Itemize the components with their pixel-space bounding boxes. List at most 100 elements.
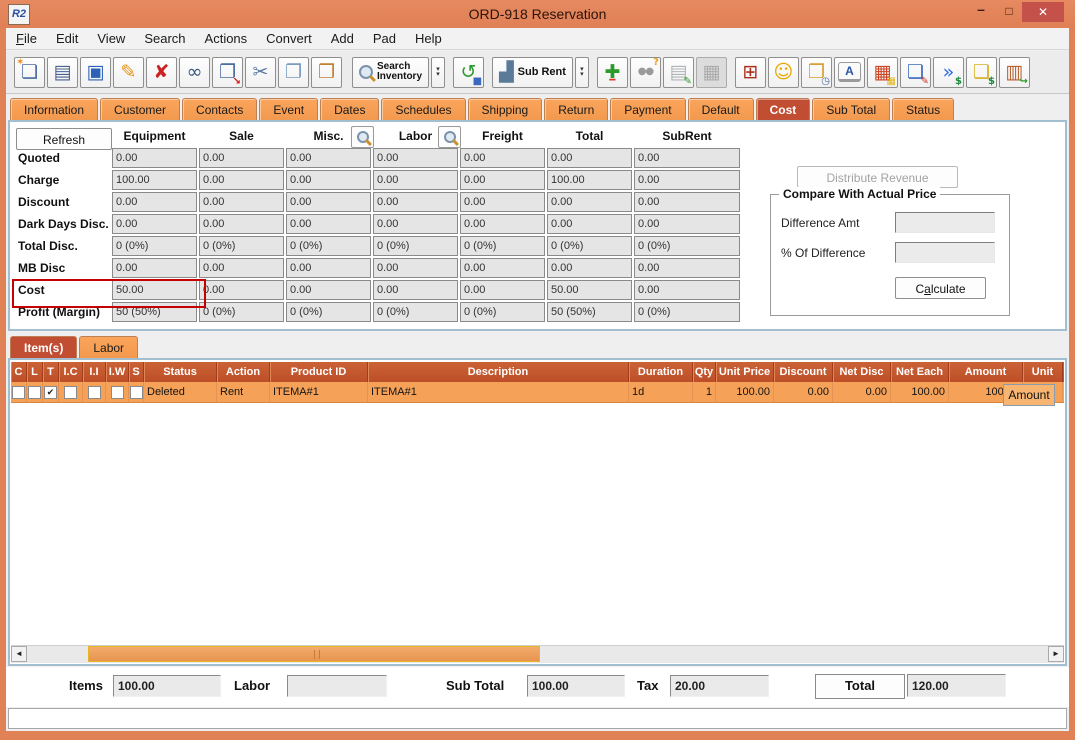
tab-status[interactable]: Status <box>892 98 954 120</box>
cost-cell[interactable]: 0.00 <box>199 170 284 190</box>
cost-cell[interactable]: 0.00 <box>460 148 545 168</box>
checkbox-t[interactable]: ✔ <box>44 386 57 399</box>
delete-button[interactable]: ✘ <box>146 57 177 88</box>
cell-status[interactable]: Deleted <box>144 382 217 402</box>
edit-document-button[interactable]: ❏✎ <box>900 57 931 88</box>
cost-cell[interactable]: 0.00 <box>460 280 545 300</box>
cell-qty[interactable]: 1 <box>693 382 716 402</box>
cost-cell[interactable]: 100.00 <box>547 170 632 190</box>
horizontal-scrollbar[interactable]: ◄ ► <box>11 645 1064 663</box>
cost-cell[interactable]: 0.00 <box>286 258 371 278</box>
cost-cell[interactable]: 50.00 <box>112 280 197 300</box>
cost-cell[interactable]: 0 (0%) <box>460 302 545 322</box>
send-money-button[interactable]: »$ <box>933 57 964 88</box>
cell-unit-price[interactable]: 100.00 <box>716 382 774 402</box>
cost-cell[interactable]: 0.00 <box>286 214 371 234</box>
cost-cell[interactable]: 0.00 <box>634 280 740 300</box>
cost-cell[interactable]: 0.00 <box>199 280 284 300</box>
cost-cell[interactable]: 0.00 <box>460 170 545 190</box>
cell-description[interactable]: ITEMA#1 <box>368 382 629 402</box>
tab-information[interactable]: Information <box>10 98 98 120</box>
cost-cell[interactable]: 0 (0%) <box>286 302 371 322</box>
cost-cell[interactable]: 0.00 <box>373 214 458 234</box>
cost-cell[interactable]: 0.00 <box>199 192 284 212</box>
org-chart-button[interactable]: ⊞ <box>735 57 766 88</box>
invoice-notes-button[interactable]: ❏$ <box>966 57 997 88</box>
cost-cell[interactable]: 50 (50%) <box>547 302 632 322</box>
cost-cell[interactable]: 0.00 <box>373 148 458 168</box>
cost-cell[interactable]: 0 (0%) <box>373 236 458 256</box>
tab-event[interactable]: Event <box>259 98 318 120</box>
rubik-cubes-button[interactable]: ▦▦ <box>867 57 898 88</box>
cell-action[interactable]: Rent <box>217 382 270 402</box>
sub-total-field[interactable] <box>527 675 625 697</box>
tab-dates[interactable]: Dates <box>320 98 379 120</box>
tab-sub-total[interactable]: Sub Total <box>812 98 890 120</box>
tab-schedules[interactable]: Schedules <box>381 98 465 120</box>
convert-order-button[interactable]: ↺■ <box>453 57 484 88</box>
cost-cell[interactable]: 0.00 <box>547 214 632 234</box>
menu-file[interactable]: File <box>16 31 37 46</box>
cost-cell[interactable]: 0 (0%) <box>460 236 545 256</box>
cost-cell[interactable]: 0.00 <box>547 148 632 168</box>
menu-convert[interactable]: Convert <box>266 31 312 46</box>
cost-cell[interactable]: 0.00 <box>112 192 197 212</box>
tab-customer[interactable]: Customer <box>100 98 180 120</box>
tab-cost[interactable]: Cost <box>756 98 811 120</box>
edit-button[interactable]: ✎ <box>113 57 144 88</box>
cost-cell[interactable]: 0.00 <box>460 258 545 278</box>
tab-default[interactable]: Default <box>688 98 754 120</box>
menu-help[interactable]: Help <box>415 31 442 46</box>
cost-cell[interactable]: 0 (0%) <box>199 236 284 256</box>
copy-button[interactable]: ❐ <box>278 57 309 88</box>
cost-cell[interactable]: 0.00 <box>547 258 632 278</box>
sub-rent-dropdown[interactable]: ▾▾ <box>575 57 589 88</box>
sub-rent-button[interactable]: ▟Sub Rent <box>492 57 573 88</box>
cell-discount[interactable]: 0.00 <box>774 382 833 402</box>
menu-view[interactable]: View <box>97 31 125 46</box>
total-button[interactable]: Total <box>815 674 905 699</box>
cost-cell[interactable]: 0.00 <box>286 148 371 168</box>
tab-item-s[interactable]: Item(s) <box>10 336 77 358</box>
tax-field[interactable] <box>670 675 769 697</box>
cost-cell[interactable]: 0.00 <box>112 148 197 168</box>
tab-payment[interactable]: Payment <box>610 98 685 120</box>
cost-cell[interactable]: 50.00 <box>547 280 632 300</box>
cost-cell[interactable]: 0.00 <box>112 258 197 278</box>
cost-cell[interactable]: 0 (0%) <box>112 236 197 256</box>
menu-add[interactable]: Add <box>331 31 354 46</box>
cost-cell[interactable]: 0.00 <box>286 192 371 212</box>
cost-cell[interactable]: 0 (0%) <box>373 302 458 322</box>
paste-button[interactable]: ❒ <box>311 57 342 88</box>
cost-cell[interactable]: 0.00 <box>286 280 371 300</box>
menu-actions[interactable]: Actions <box>205 31 248 46</box>
cost-cell[interactable]: 50 (50%) <box>112 302 197 322</box>
group-availability-button[interactable]: ●●? <box>630 57 661 88</box>
labor-total-field[interactable] <box>287 675 387 697</box>
cost-cell[interactable]: 0.00 <box>199 214 284 234</box>
tab-return[interactable]: Return <box>544 98 608 120</box>
cost-cell[interactable]: 0.00 <box>547 192 632 212</box>
cut-button[interactable]: ✂ <box>245 57 276 88</box>
checkbox-c[interactable] <box>12 386 25 399</box>
checkbox-l[interactable] <box>28 386 41 399</box>
truck-button[interactable]: ▥↪ <box>999 57 1030 88</box>
cost-cell[interactable]: 0 (0%) <box>199 302 284 322</box>
cell-product-id[interactable]: ITEMA#1 <box>270 382 368 402</box>
cost-cell[interactable]: 0.00 <box>112 214 197 234</box>
cost-cell[interactable]: 0.00 <box>199 258 284 278</box>
cell-net-each[interactable]: 100.00 <box>891 382 949 402</box>
cost-cell[interactable]: 0.00 <box>373 170 458 190</box>
cost-cell[interactable]: 0.00 <box>373 280 458 300</box>
close-button[interactable]: ✕ <box>1022 2 1064 22</box>
cost-cell[interactable]: 0.00 <box>199 148 284 168</box>
scroll-right-button[interactable]: ► <box>1048 646 1064 662</box>
labor-lookup-button[interactable] <box>438 126 461 148</box>
paste-special-button[interactable]: ❐↘ <box>212 57 243 88</box>
h-scrollbar-thumb[interactable] <box>88 646 540 662</box>
cost-cell[interactable]: 0.00 <box>460 214 545 234</box>
cost-cell[interactable]: 0.00 <box>634 148 740 168</box>
items-total-field[interactable] <box>113 675 221 697</box>
scroll-left-button[interactable]: ◄ <box>11 646 27 662</box>
cost-cell[interactable]: 0.00 <box>373 192 458 212</box>
